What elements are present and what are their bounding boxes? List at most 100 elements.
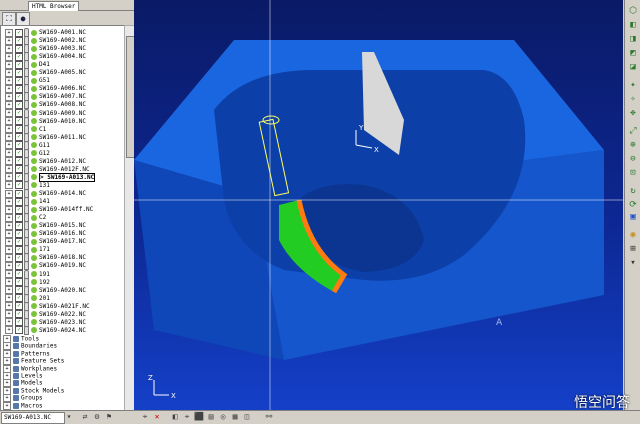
status-icon-3[interactable]: ⚑ bbox=[104, 412, 114, 422]
tree-toolpath-item[interactable]: + ✓ 191 bbox=[5, 269, 50, 279]
workplane-x-label: X bbox=[374, 146, 379, 154]
dropdown-icon[interactable]: ▾ bbox=[628, 258, 638, 268]
tree-toolpath-item[interactable]: + ✓ SW169-A017.NC bbox=[5, 237, 86, 247]
tree-toolpath-item[interactable]: + ✓ SW169-A004.NC bbox=[5, 52, 86, 62]
view-top-icon[interactable]: ◩ bbox=[628, 48, 638, 58]
status-icon-6[interactable]: ⌖ bbox=[182, 412, 192, 422]
tree-toolpath-item[interactable]: + ✓ G12 bbox=[5, 148, 50, 158]
corner-feature-label: A bbox=[496, 318, 503, 328]
expand-icon[interactable]: + bbox=[5, 326, 13, 335]
tree-toolpath-item[interactable]: + ✓ D41 bbox=[5, 60, 50, 70]
expand-icon[interactable]: + bbox=[3, 401, 11, 410]
explorer-icon[interactable]: ⛶ bbox=[2, 12, 16, 26]
rotate-icon[interactable]: ↻ bbox=[628, 186, 638, 196]
status-icon-12[interactable]: ⚯ bbox=[264, 412, 274, 422]
axis-z-label: Z bbox=[148, 374, 153, 382]
toolpath-icon bbox=[31, 327, 37, 334]
axis-x-label: X bbox=[171, 392, 176, 400]
tree-toolpath-item[interactable]: + ✓ SW169-A020.NC bbox=[5, 285, 86, 295]
status-icon-11[interactable]: ◫ bbox=[242, 412, 252, 422]
globe-icon[interactable]: ● bbox=[16, 12, 30, 26]
grid-icon[interactable]: ⊞ bbox=[628, 244, 638, 254]
tree-toolpath-item[interactable]: + ✓ SW169-A016.NC bbox=[5, 229, 86, 239]
zoom-in-icon[interactable]: ⊕ bbox=[628, 140, 638, 150]
tree-toolpath-item[interactable]: + ✓ C2 bbox=[5, 213, 46, 223]
view-iso2-icon[interactable]: ✦ bbox=[628, 80, 638, 90]
tree-toolpath-item[interactable]: + ✓ SW169-A012.NC bbox=[5, 156, 86, 166]
tree-toolpath-item[interactable]: + ✓ SW169-A008.NC bbox=[5, 100, 86, 110]
tree-item-label: SW169-A012F.NC bbox=[39, 165, 90, 173]
zoom-out-icon[interactable]: ⊖ bbox=[628, 154, 638, 164]
view-iso3-icon[interactable]: ✧ bbox=[628, 94, 638, 104]
tree-item-label: SW169-A014ff.NC bbox=[39, 206, 94, 214]
tree-toolpath-item[interactable]: + ✓ SW169-A010.NC bbox=[5, 116, 86, 126]
active-toolpath-select[interactable]: SW169-A013.NC bbox=[1, 412, 65, 424]
tree-toolpath-item[interactable]: + ✓ > SW169-A013.NC bbox=[5, 172, 96, 182]
refresh-icon[interactable]: ⟳ bbox=[628, 200, 638, 210]
graphics-viewport[interactable]: X Y Z X A bbox=[134, 0, 623, 410]
zoom-box-icon[interactable]: ⊡ bbox=[628, 168, 638, 178]
tree-item-label: SW169-A012.NC bbox=[39, 157, 86, 165]
toolpath-icon bbox=[31, 29, 37, 36]
tree-folder-item[interactable]: + Macros bbox=[3, 401, 43, 410]
zoom-fit-icon[interactable]: ⤢ bbox=[628, 126, 638, 136]
tree-toolpath-item[interactable]: + ✓ C1 bbox=[5, 124, 46, 134]
tree-item-label: SW169-A007.NC bbox=[39, 93, 86, 101]
tab-html-browser[interactable]: HTML Browser bbox=[28, 1, 80, 11]
tree-item-label: SW169-A016.NC bbox=[39, 230, 86, 238]
tree-toolpath-item[interactable]: + ✓ 201 bbox=[5, 293, 50, 303]
tree-toolpath-item[interactable]: + ✓ SW169-A019.NC bbox=[5, 261, 86, 271]
tree-toolpath-item[interactable]: + ✓ SW169-A006.NC bbox=[5, 84, 86, 94]
status-icon-2[interactable]: ⚙ bbox=[92, 412, 102, 422]
view-iso4-icon[interactable]: ✥ bbox=[628, 108, 638, 118]
view-bottom-icon[interactable]: ◪ bbox=[628, 62, 638, 72]
tree-toolpath-item[interactable]: + ✓ SW169-A023.NC bbox=[5, 317, 86, 327]
shaded-icon[interactable]: ▣ bbox=[628, 212, 638, 222]
tree-folder-label: Macros bbox=[21, 402, 43, 409]
tree-toolpath-item[interactable]: + ✓ SW169-A011.NC bbox=[5, 132, 86, 142]
lightbulb-icon[interactable] bbox=[24, 325, 29, 335]
browser-tabbar: HTML Browser bbox=[0, 0, 134, 11]
tree-toolpath-item[interactable]: + ✓ SW169-A014.NC bbox=[5, 189, 86, 198]
tree-item-label: SW169-A004.NC bbox=[39, 53, 86, 61]
delete-icon[interactable]: ✕ bbox=[152, 412, 162, 422]
status-icon-8[interactable]: ▤ bbox=[206, 412, 216, 422]
tree-toolpath-item[interactable]: + ✓ SW169-A024.NC bbox=[5, 325, 86, 335]
tree-toolpath-item[interactable]: + ✓ SW169-A001.NC bbox=[5, 28, 86, 37]
status-icon-5[interactable]: ◧ bbox=[170, 412, 180, 422]
tree-toolpath-item[interactable]: + ✓ 131 bbox=[5, 180, 50, 190]
tree-toolpath-item[interactable]: + ✓ SW169-A009.NC bbox=[5, 108, 86, 118]
tree-toolpath-item[interactable]: + ✓ SW169-A018.NC bbox=[5, 253, 86, 263]
tree-toolpath-item[interactable]: + ✓ SW169-A007.NC bbox=[5, 92, 86, 102]
material-icon[interactable]: ◉ bbox=[628, 230, 638, 240]
toolpath-icon bbox=[31, 69, 37, 76]
view-iso1-icon[interactable]: ⬡ bbox=[628, 6, 638, 16]
status-icon-7[interactable]: ⬛ bbox=[194, 412, 204, 422]
status-icon-9[interactable]: ◎ bbox=[218, 412, 228, 422]
tree-toolpath-item[interactable]: + ✓ SW169-A003.NC bbox=[5, 44, 86, 54]
tree-toolpath-item[interactable]: + ✓ SW169-A022.NC bbox=[5, 309, 86, 319]
tree-toolpath-item[interactable]: + ✓ SW169-A014ff.NC bbox=[5, 205, 94, 215]
checkbox-icon[interactable]: ✓ bbox=[15, 326, 23, 335]
view-side-icon[interactable]: ◨ bbox=[628, 34, 638, 44]
tree-toolpath-item[interactable]: + ✓ SW169-A002.NC bbox=[5, 36, 86, 46]
dropdown-arrow-icon[interactable]: ▾ bbox=[64, 412, 74, 422]
view-front-icon[interactable]: ◧ bbox=[628, 20, 638, 30]
tree-toolpath-item[interactable]: + ✓ SW169-A015.NC bbox=[5, 221, 86, 231]
tree-toolpath-item[interactable]: + ✓ G11 bbox=[5, 140, 50, 150]
tree-toolpath-item[interactable]: + ✓ G51 bbox=[5, 76, 50, 86]
toolpath-icon bbox=[31, 311, 37, 318]
tree-toolpath-item[interactable]: + ✓ 192 bbox=[5, 277, 50, 287]
tree-toolpath-item[interactable]: + ✓ SW169-A012F.NC bbox=[5, 164, 90, 174]
status-icon-4[interactable]: ⌖ bbox=[140, 412, 150, 422]
toolpath-icon bbox=[31, 198, 37, 205]
tree-item-label: D41 bbox=[39, 61, 50, 69]
toolpath-icon bbox=[31, 101, 37, 108]
status-icon-1[interactable]: ⇄ bbox=[80, 412, 90, 422]
toolpath-icon bbox=[31, 53, 37, 60]
tree-toolpath-item[interactable]: + ✓ SW169-A021F.NC bbox=[5, 301, 90, 311]
tree-toolpath-item[interactable]: + ✓ SW169-A005.NC bbox=[5, 68, 86, 78]
tree-toolpath-item[interactable]: + ✓ 141 bbox=[5, 197, 50, 207]
status-icon-10[interactable]: ▦ bbox=[230, 412, 240, 422]
tree-toolpath-item[interactable]: + ✓ 171 bbox=[5, 245, 50, 255]
